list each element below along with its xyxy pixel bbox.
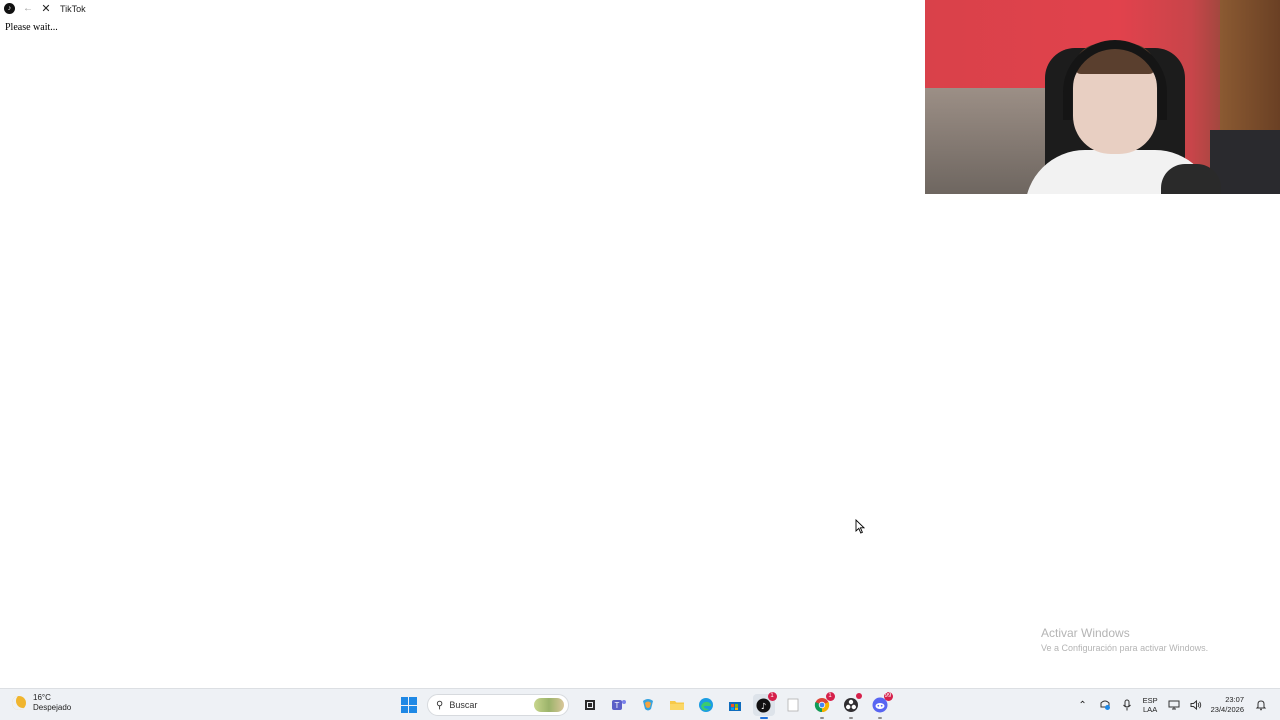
mouse-cursor-icon [855, 518, 866, 539]
weather-condition: Despejado [33, 703, 72, 712]
search-highlight-image [534, 698, 564, 712]
file-explorer-icon[interactable] [666, 694, 688, 716]
stop-loading-icon[interactable]: ✕ [39, 2, 53, 16]
watermark-subtitle: Ve a Configuración para activar Windows. [1041, 643, 1209, 653]
search-icon: ⚲ [436, 699, 444, 711]
discord-icon[interactable]: 99 [869, 692, 893, 719]
chrome-badge: 1 [825, 692, 835, 701]
notification-bell-icon[interactable] [1252, 696, 1270, 714]
back-arrow-icon[interactable]: ← [21, 2, 35, 16]
active-app-indicator [759, 717, 768, 719]
store-icon[interactable] [724, 694, 746, 716]
volume-icon[interactable] [1187, 696, 1205, 714]
svg-text:♪: ♪ [761, 700, 766, 710]
clock[interactable]: 23:07 23/4/2026 [1211, 695, 1244, 715]
chevron-up-icon[interactable]: ⌃ [1074, 696, 1092, 714]
clock-date: 23/4/2026 [1210, 705, 1244, 714]
edge-icon[interactable] [695, 694, 717, 716]
tiktok-logo-icon: ♪ [4, 3, 15, 14]
network-icon[interactable] [1165, 696, 1183, 714]
taskbar: 16°C Despejado ⚲ Buscar T ♪ 1 1 99 ⌃ ESP… [0, 688, 1280, 720]
obs-recording-dot [855, 693, 862, 699]
moon-icon [12, 696, 26, 710]
windows-logo-icon [400, 697, 417, 713]
taskbar-center: ⚲ Buscar T ♪ 1 1 99 [394, 691, 894, 719]
system-tray: ⌃ ESP LAA 23:07 23/4/2026 [1072, 691, 1272, 719]
teams-icon[interactable]: T [608, 694, 630, 716]
webcam-overlay [925, 0, 1280, 194]
chrome-icon[interactable]: 1 [811, 692, 835, 719]
webcam-microphone [1161, 164, 1221, 194]
watermark-title: Activar Windows [1041, 626, 1130, 640]
window-title: TikTok [60, 3, 86, 14]
tiktok-icon[interactable]: ♪ 1 [752, 692, 777, 719]
activate-windows-watermark: Activar Windows Ve a Configuración para … [1041, 626, 1208, 653]
language-code: ESP [1142, 696, 1158, 705]
security-shield-icon[interactable] [1096, 696, 1114, 714]
task-view-icon[interactable] [579, 694, 601, 716]
keyboard-layout: LAA [1143, 705, 1158, 714]
running-indicator [877, 717, 882, 719]
language-indicator[interactable]: ESP LAA [1143, 696, 1158, 714]
taskbar-search[interactable]: ⚲ Buscar [427, 694, 569, 716]
discord-badge: 99 [883, 692, 893, 701]
app-titlebar: ♪ ← ✕ TikTok [0, 0, 925, 17]
search-placeholder: Buscar [449, 700, 478, 710]
svg-text:T: T [614, 701, 619, 710]
loading-message: Please wait... [5, 22, 58, 33]
copilot-icon[interactable] [637, 694, 659, 716]
obs-icon[interactable] [840, 693, 862, 719]
running-indicator [819, 717, 824, 719]
weather-widget[interactable]: 16°C Despejado [12, 693, 71, 713]
notepad-icon[interactable] [782, 694, 804, 716]
clock-time: 23:07 [1225, 695, 1244, 704]
tiktok-badge: 1 [767, 692, 777, 701]
start-button[interactable] [398, 694, 420, 716]
running-indicator [848, 717, 853, 719]
microphone-icon[interactable] [1118, 696, 1136, 714]
weather-temp: 16°C [33, 693, 51, 702]
